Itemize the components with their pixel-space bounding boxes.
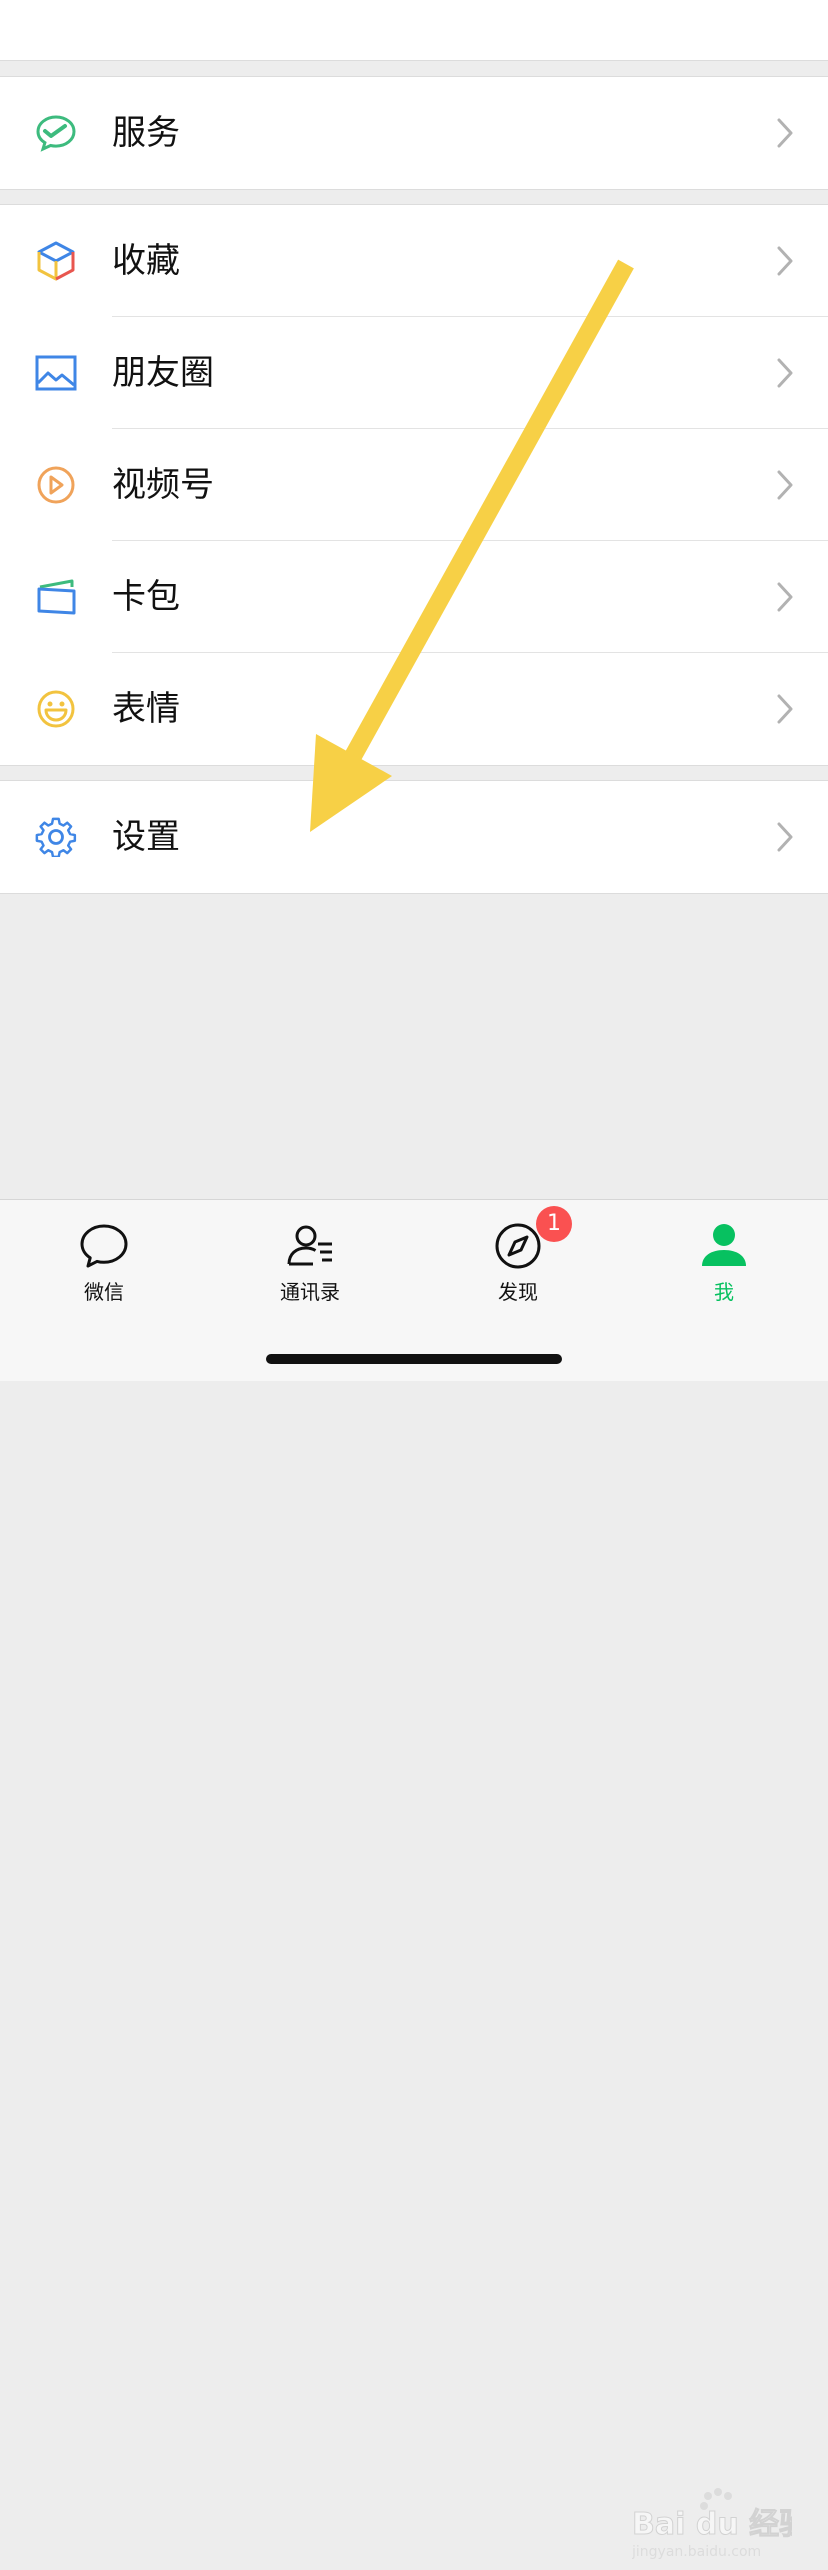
menu-item-moments[interactable]: 朋友圈 — [0, 317, 828, 429]
settings-group: 设置 — [0, 780, 828, 894]
services-group: 服务 — [0, 76, 828, 190]
wallet-icon — [34, 577, 78, 617]
menu-item-services[interactable]: 服务 — [0, 77, 828, 189]
menu-label-favorites: 收藏 — [112, 241, 180, 281]
home-indicator[interactable] — [266, 1354, 562, 1364]
tab-label-chats: 微信 — [84, 1280, 124, 1304]
person-icon — [702, 1224, 746, 1266]
menu-item-settings[interactable]: 设置 — [0, 781, 828, 893]
chevron-right-icon — [777, 118, 793, 148]
menu-label-cards: 卡包 — [112, 577, 180, 617]
chevron-right-icon — [777, 582, 793, 612]
chevron-right-icon — [777, 822, 793, 852]
chat-bubble-icon — [80, 1224, 128, 1268]
menu-label-settings: 设置 — [112, 817, 180, 857]
header-band — [0, 0, 828, 61]
smile-icon — [34, 689, 78, 729]
menu-label-stickers: 表情 — [112, 689, 180, 729]
tab-chats[interactable]: 微信 — [24, 1222, 184, 1305]
services-icon — [34, 113, 78, 153]
tab-discover[interactable]: 1 发现 — [438, 1206, 598, 1305]
menu-item-cards[interactable]: 卡包 — [0, 541, 828, 653]
gear-icon — [34, 817, 78, 857]
menu-label-channels: 视频号 — [112, 465, 214, 505]
notification-badge: 1 — [536, 1206, 572, 1242]
menu-item-channels[interactable]: 视频号 — [0, 429, 828, 541]
chevron-right-icon — [777, 358, 793, 388]
tab-label-contacts: 通讯录 — [280, 1280, 340, 1304]
menu-label-moments: 朋友圈 — [112, 353, 214, 393]
tab-contacts[interactable]: 通讯录 — [230, 1222, 390, 1305]
tab-label-discover: 发现 — [498, 1280, 538, 1304]
chevron-right-icon — [777, 246, 793, 276]
contacts-icon — [287, 1225, 332, 1266]
svg-text:jingyan.baidu.com: jingyan.baidu.com — [632, 2544, 761, 2560]
tab-me[interactable]: 我 — [644, 1222, 804, 1305]
cube-icon — [34, 241, 78, 281]
image-icon — [34, 353, 78, 393]
tab-label-me: 我 — [714, 1280, 734, 1304]
play-circle-icon — [34, 465, 78, 505]
menu-item-stickers[interactable]: 表情 — [0, 653, 828, 765]
menu-label-services: 服务 — [112, 113, 180, 153]
baidu-jingyan-watermark: Bai du 经验 jingyan.baidu.com — [631, 2486, 810, 2566]
svg-text:Bai du 经验: Bai du 经验 — [632, 2507, 792, 2542]
main-menu-group: 收藏 朋友圈 视频号 卡包 表情 — [0, 204, 828, 766]
chevron-right-icon — [777, 470, 793, 500]
menu-item-favorites[interactable]: 收藏 — [0, 205, 828, 317]
chevron-right-icon — [777, 694, 793, 724]
